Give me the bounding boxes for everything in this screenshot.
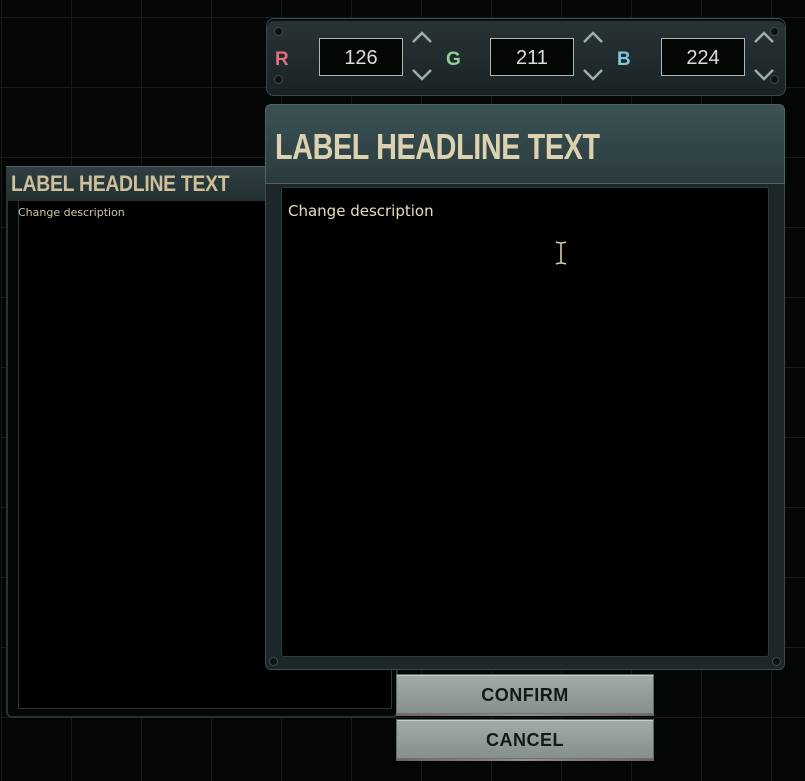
r-increment-button[interactable] <box>407 27 437 49</box>
channel-label-g: G <box>446 49 461 70</box>
chevron-up-icon <box>583 31 603 43</box>
r-value-input[interactable]: 126 <box>319 38 403 76</box>
preview-panel-description: Change description <box>18 206 125 219</box>
b-decrement-button[interactable] <box>749 64 779 86</box>
preview-panel-header: LABEL HEADLINE TEXT <box>6 166 268 201</box>
description-textarea[interactable]: Change description <box>281 187 769 657</box>
chevron-up-icon <box>754 31 774 43</box>
chevron-up-icon <box>412 31 432 43</box>
preview-panel: LABEL HEADLINE TEXT Change description <box>6 166 398 718</box>
cancel-button[interactable]: CANCEL <box>396 719 654 761</box>
channel-label-b: B <box>617 49 631 70</box>
preview-panel-title: LABEL HEADLINE TEXT <box>11 171 230 196</box>
description-text: Change description <box>288 202 434 220</box>
g-increment-button[interactable] <box>578 27 608 49</box>
chevron-down-icon <box>583 69 603 81</box>
rivet-icon <box>274 75 283 84</box>
rivet-icon <box>269 657 278 666</box>
editor-header: LABEL HEADLINE TEXT <box>265 104 785 184</box>
b-increment-button[interactable] <box>749 27 779 49</box>
g-decrement-button[interactable] <box>578 64 608 86</box>
label-editor-panel: LABEL HEADLINE TEXT Change description <box>265 104 785 670</box>
g-value-input[interactable]: 211 <box>490 38 574 76</box>
editor-frame: Change description <box>265 184 785 670</box>
r-decrement-button[interactable] <box>407 64 437 86</box>
rivet-icon <box>274 27 283 36</box>
chevron-down-icon <box>412 69 432 81</box>
b-value-input[interactable]: 224 <box>661 38 745 76</box>
rivet-icon <box>772 657 781 666</box>
confirm-button[interactable]: CONFIRM <box>396 674 654 716</box>
label-headline-input[interactable]: LABEL HEADLINE TEXT <box>275 123 600 171</box>
text-cursor-icon <box>555 241 567 265</box>
channel-label-r: R <box>275 49 289 70</box>
rgb-color-picker: R 126 G 211 B 224 <box>266 18 786 96</box>
chevron-down-icon <box>754 69 774 81</box>
